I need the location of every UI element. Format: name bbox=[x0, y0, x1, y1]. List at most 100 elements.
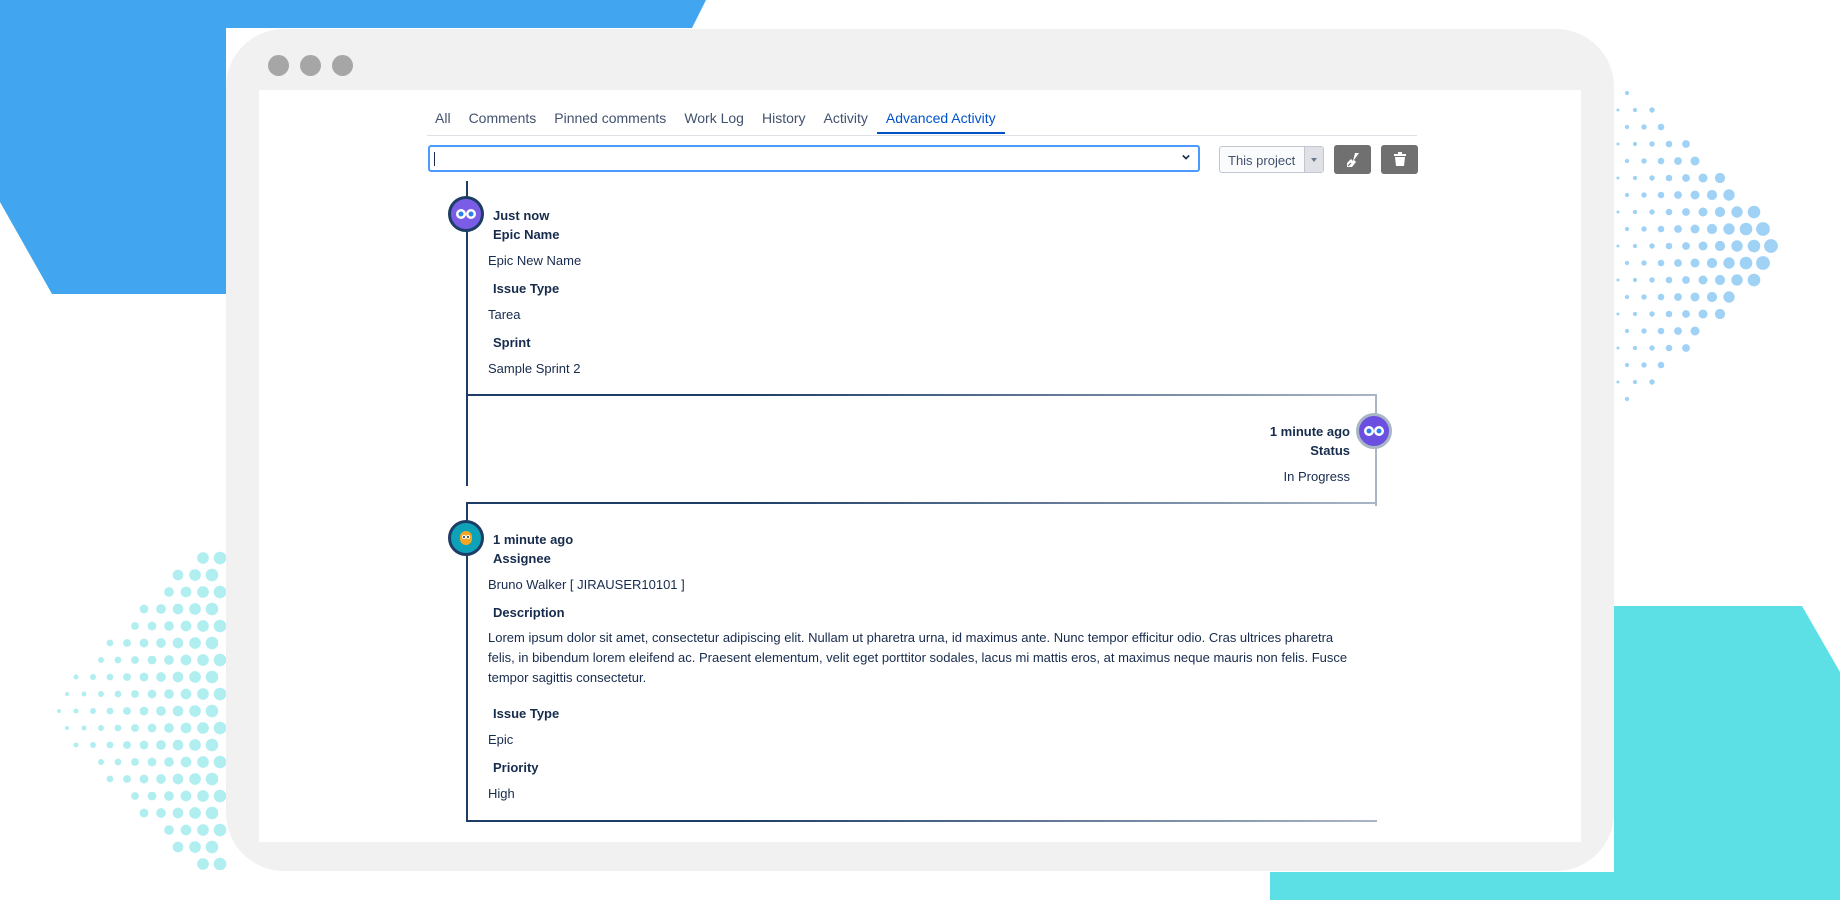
tab-comments[interactable]: Comments bbox=[460, 108, 546, 134]
decor-dot bbox=[1624, 226, 1630, 232]
decor-dot bbox=[1690, 292, 1700, 302]
decor-dot bbox=[90, 742, 96, 748]
decor-dot bbox=[1756, 222, 1770, 236]
decor-dot bbox=[1665, 208, 1673, 216]
field-name: Sprint bbox=[493, 335, 531, 350]
chevron-down-icon bbox=[1182, 154, 1190, 160]
decor-dot bbox=[1632, 107, 1638, 113]
decor-dot bbox=[1682, 344, 1690, 352]
decor-dot bbox=[1657, 259, 1665, 267]
description-text: Lorem ipsum dolor sit amet, consectetur … bbox=[488, 630, 1348, 685]
decor-dot bbox=[205, 670, 219, 684]
decor-dot bbox=[213, 653, 227, 667]
decor-dot bbox=[205, 738, 219, 752]
timeline-connector bbox=[466, 820, 1377, 822]
field-value: Sample Sprint 2 bbox=[488, 361, 581, 376]
decor-dot bbox=[131, 792, 139, 800]
tab-all[interactable]: All bbox=[427, 108, 460, 134]
decor-dot bbox=[197, 790, 209, 802]
bot-avatar-icon bbox=[460, 531, 472, 545]
decor-dot bbox=[197, 722, 209, 734]
decor-dot bbox=[1714, 240, 1726, 252]
decor-dot bbox=[123, 741, 131, 749]
decor-dot bbox=[73, 674, 79, 680]
decor-dot bbox=[131, 690, 139, 698]
decor-dot bbox=[147, 757, 157, 767]
decor-dot bbox=[172, 841, 184, 853]
decor-dot bbox=[1632, 345, 1638, 351]
decor-dot bbox=[205, 704, 219, 718]
decor-dot bbox=[1624, 396, 1630, 402]
decor-dot bbox=[189, 603, 201, 615]
decor-dot bbox=[147, 791, 157, 801]
decor-dot bbox=[1723, 189, 1735, 201]
window-controls bbox=[268, 55, 353, 76]
decor-dot bbox=[98, 691, 104, 697]
decor-dot bbox=[1674, 191, 1682, 199]
decor-dot bbox=[189, 637, 201, 649]
project-scope-select[interactable]: This project bbox=[1219, 146, 1324, 173]
decor-dot bbox=[1616, 380, 1620, 384]
decor-dot bbox=[213, 789, 227, 803]
decor-dot bbox=[1747, 273, 1761, 287]
decor-dot bbox=[147, 723, 157, 733]
decor-dot bbox=[1616, 210, 1620, 214]
tab-pinned-comments[interactable]: Pinned comments bbox=[545, 108, 675, 134]
decor-dot bbox=[1690, 156, 1700, 166]
decor-dot bbox=[213, 755, 227, 769]
decor-dot bbox=[180, 824, 192, 836]
decor-dot bbox=[1706, 189, 1718, 201]
decor-dot bbox=[131, 656, 139, 664]
decor-dot bbox=[1665, 310, 1673, 318]
decor-dot bbox=[1690, 224, 1700, 234]
decor-dot bbox=[1649, 277, 1655, 283]
tab-work-log[interactable]: Work Log bbox=[675, 108, 753, 134]
clear-filter-button[interactable] bbox=[1334, 145, 1371, 174]
decor-dot bbox=[1641, 124, 1647, 130]
decor-dot bbox=[205, 806, 219, 820]
decor-dot bbox=[147, 655, 157, 665]
decor-dot bbox=[1674, 259, 1682, 267]
timeline-connector bbox=[466, 502, 1377, 504]
decor-dot bbox=[180, 688, 192, 700]
tab-activity[interactable]: Activity bbox=[815, 108, 877, 134]
activity-filter-select[interactable] bbox=[428, 145, 1200, 172]
field-name: Epic Name bbox=[493, 227, 560, 242]
decor-dot bbox=[1764, 239, 1778, 253]
decor-dot bbox=[1624, 328, 1630, 334]
decor-dot bbox=[1690, 326, 1700, 336]
avatar bbox=[448, 520, 484, 556]
decor-dot bbox=[189, 841, 201, 853]
field-value: Epic New Name bbox=[488, 253, 582, 268]
decor-dot bbox=[114, 758, 122, 766]
delete-button[interactable] bbox=[1381, 145, 1418, 174]
window-dot bbox=[332, 55, 353, 76]
decor-dot bbox=[205, 568, 219, 582]
decor-dot bbox=[1624, 158, 1630, 164]
owl-avatar-icon bbox=[456, 209, 476, 219]
decor-dot bbox=[213, 721, 227, 735]
decor-dot bbox=[139, 638, 149, 648]
decor-dot bbox=[1665, 344, 1673, 352]
timeline-connector bbox=[466, 394, 1377, 396]
decor-dot bbox=[123, 707, 131, 715]
decor-dot bbox=[1632, 209, 1638, 215]
decor-dot bbox=[1616, 278, 1620, 282]
decor-dot bbox=[139, 808, 149, 818]
decor-dot bbox=[197, 586, 209, 598]
decor-dot bbox=[1714, 274, 1726, 286]
decor-dot bbox=[90, 708, 96, 714]
decor-dot bbox=[164, 689, 174, 699]
decor-dot bbox=[1624, 260, 1630, 266]
field-value: Tarea bbox=[488, 307, 521, 322]
decor-dot bbox=[1698, 207, 1708, 217]
window-dot bbox=[300, 55, 321, 76]
decor-dot bbox=[106, 707, 114, 715]
decor-dot bbox=[1632, 175, 1638, 181]
tab-history[interactable]: History bbox=[753, 108, 815, 134]
project-scope-label: This project bbox=[1228, 153, 1296, 168]
decor-dot bbox=[1632, 243, 1638, 249]
tab-advanced-activity[interactable]: Advanced Activity bbox=[876, 108, 1005, 134]
decor-dot bbox=[1632, 141, 1638, 147]
app-screen: All Comments Pinned comments Work Log Hi… bbox=[259, 90, 1581, 842]
